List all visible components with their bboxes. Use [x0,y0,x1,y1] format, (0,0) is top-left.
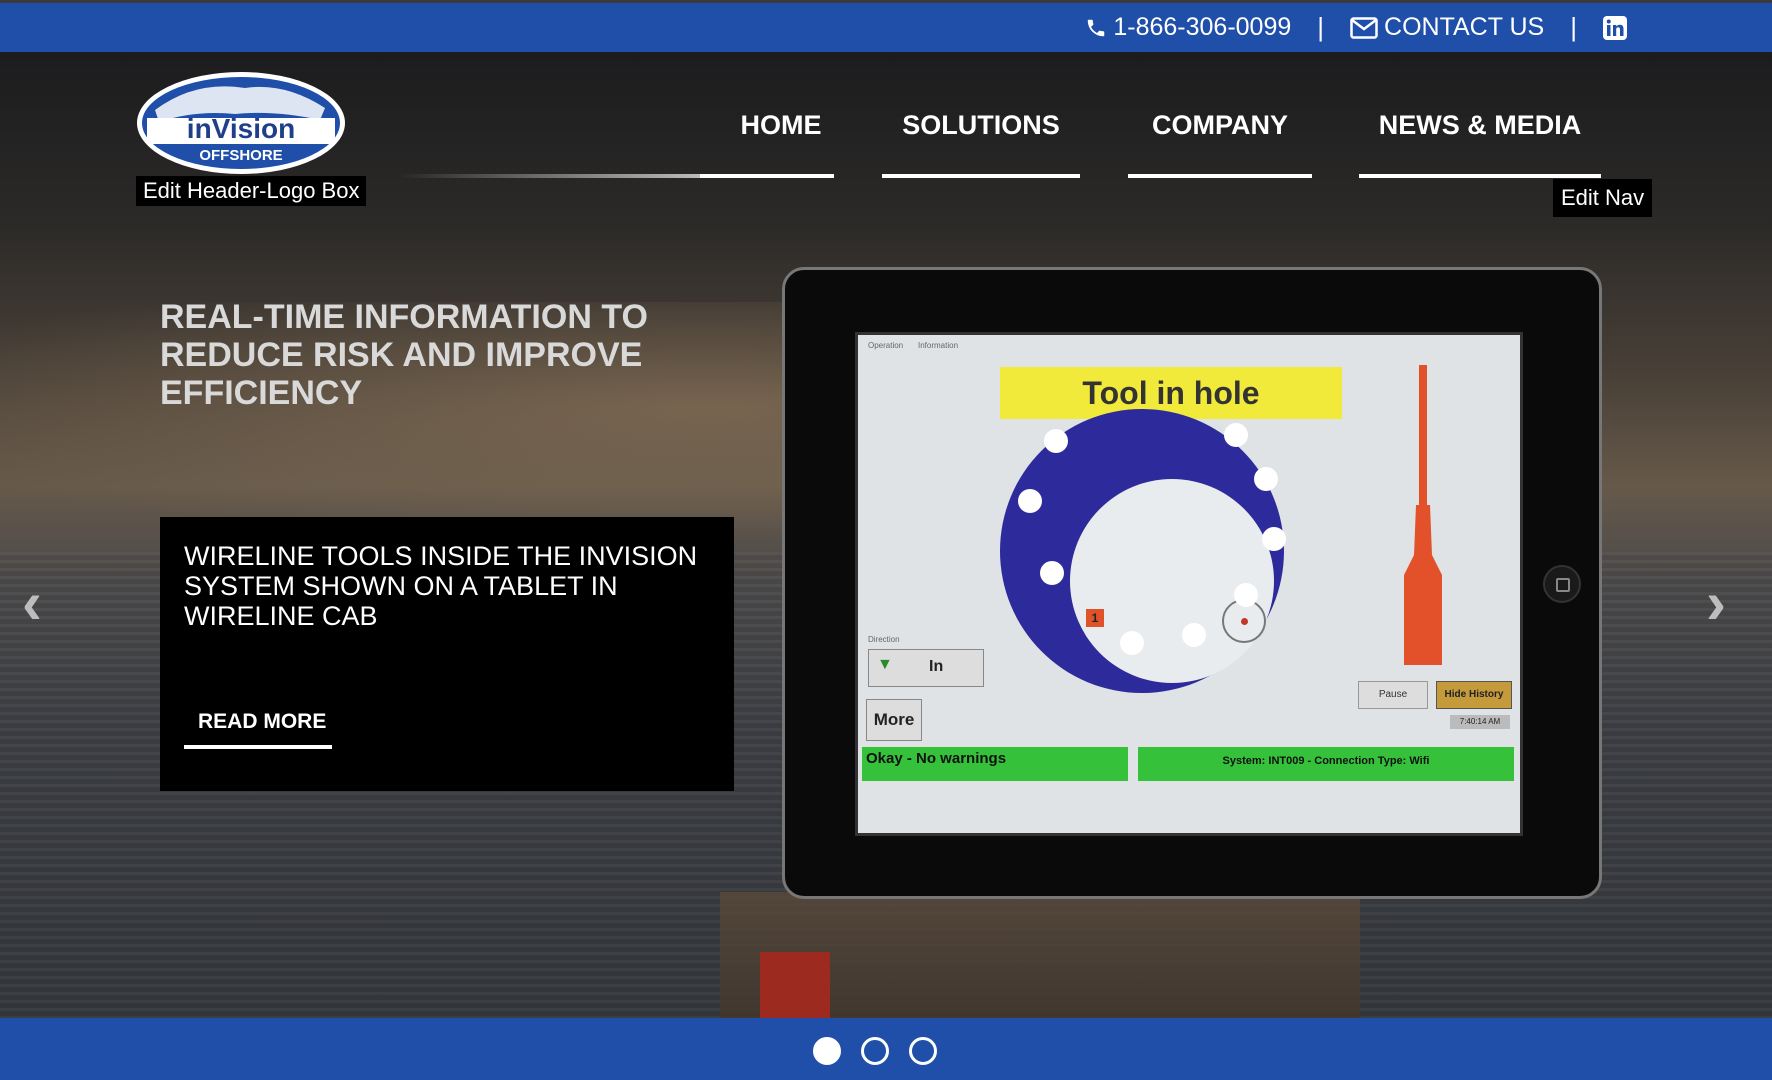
tablet-home-button [1543,565,1581,603]
slide-caption-box: WIRELINE TOOLS INSIDE THE INVISION SYSTE… [160,517,734,791]
ring-dot [1254,467,1278,491]
down-arrow-icon: ▼ [877,656,893,673]
logo-subtext: OFFSHORE [199,147,282,164]
ring-dot [1224,423,1248,447]
linkedin-link[interactable] [1603,15,1627,40]
envelope-icon [1350,16,1378,39]
nav-home[interactable]: HOME [700,110,834,178]
status-ok-bar: Okay - No warnings [862,747,1128,781]
topbar-links: 1-866-306-0099 | CONTACT US | [1085,12,1627,43]
invision-offshore-logo[interactable]: inVision OFFSHORE [135,70,347,176]
top-utility-bar: 1-866-306-0099 | CONTACT US | [0,0,1772,52]
ring-dot [1182,623,1206,647]
hero-background-deck-equipment [760,952,830,1018]
depth-ring-gauge: 1 [1000,409,1286,693]
contact-us-label[interactable]: CONTACT US [1384,13,1544,42]
status-system-bar: System: INT009 - Connection Type: Wifi [1138,747,1514,781]
read-more-underline [184,745,332,749]
nav-label[interactable]: HOME [741,110,822,140]
edit-nav-button[interactable]: Edit Nav [1553,179,1653,217]
phone-number[interactable]: 1-866-306-0099 [1113,13,1291,42]
nav-underline [1359,174,1601,178]
nav-label[interactable]: SOLUTIONS [902,110,1060,140]
tab-information: Information [918,341,959,350]
separator: | [1570,12,1577,42]
ring-dot [1120,631,1144,655]
nav-solutions[interactable]: SOLUTIONS [882,110,1080,178]
separator: | [1317,12,1325,42]
more-button: More [866,699,922,741]
ring-dot [1262,527,1286,551]
time-readout: 7:40:14 AM [1450,715,1510,729]
read-more-link[interactable]: READ MORE [198,710,326,734]
carousel-dots [813,1037,937,1065]
wireline-tool-graphic [1404,365,1442,665]
tablet-screen: Operation Information Tool in hole 1 Dir… [855,332,1523,836]
ring-dot [1044,429,1068,453]
hero-headline: REAL-TIME INFORMATION TO REDUCE RISK AND… [160,298,648,412]
nav-news-media[interactable]: NEWS & MEDIA [1359,110,1601,178]
carousel-pagination-bar [0,1018,1772,1080]
hide-history-button: Hide History [1436,681,1512,709]
ring-dot [1234,583,1258,607]
tab-operation: Operation [868,341,904,350]
contact-us-link[interactable]: CONTACT US [1350,13,1544,42]
carousel-prev-arrow[interactable]: ‹ [22,568,42,637]
carousel-dot-1[interactable] [813,1037,841,1065]
phone-link[interactable]: 1-866-306-0099 [1085,13,1291,42]
carousel-dot-3[interactable] [909,1037,937,1065]
linkedin-icon[interactable] [1603,15,1627,40]
tool-marker: 1 [1086,609,1104,627]
nav-underline [1128,174,1312,178]
direction-in-button: ▼ In [868,649,984,687]
ring-dot [1040,561,1064,585]
carousel-dot-2[interactable] [861,1037,889,1065]
logo-text: inVision [187,113,295,144]
ring-inner [1070,479,1274,683]
nav-label[interactable]: COMPANY [1152,110,1288,140]
slide-caption-text: WIRELINE TOOLS INSIDE THE INVISION SYSTE… [184,541,698,631]
pause-button: Pause [1358,681,1428,709]
ring-dot [1018,489,1042,513]
direction-value: In [929,658,944,675]
direction-label: Direction [868,635,900,644]
nav-underline [882,174,1080,178]
nav-label[interactable]: NEWS & MEDIA [1379,110,1582,140]
nav-company[interactable]: COMPANY [1128,110,1312,178]
edit-header-logo-button[interactable]: Edit Header-Logo Box [136,176,367,206]
carousel-next-arrow[interactable]: › [1706,568,1726,637]
phone-icon [1088,19,1105,36]
nav-underline [700,174,834,178]
tablet-image: Operation Information Tool in hole 1 Dir… [782,267,1602,899]
